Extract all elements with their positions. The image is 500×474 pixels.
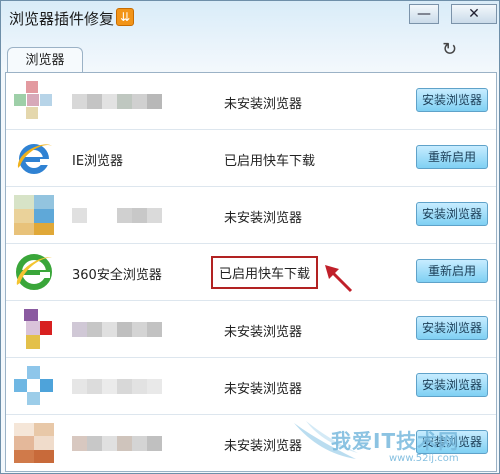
list-item: 360安全浏览器 已启用快车下载 重新启用: [6, 244, 496, 301]
blurred-browser-name: [72, 379, 162, 394]
list-item: IE浏览器 已启用快车下载 重新启用: [6, 130, 496, 187]
browser-list-panel: 未安装浏览器 安装浏览器 IE浏览器 已启用快车下载 重新启用 未安装浏览器 安…: [5, 72, 497, 472]
blurred-logo-icon: [14, 81, 52, 119]
red-arrow-annotation-icon: [325, 265, 353, 293]
ie-icon: [17, 144, 52, 174]
minimize-button[interactable]: —: [409, 4, 439, 24]
re-enable-button[interactable]: 重新启用: [416, 259, 488, 283]
browser-name: IE浏览器: [72, 154, 124, 169]
status-text: 未安装浏览器: [224, 97, 303, 112]
blurred-browser-name: [72, 94, 162, 109]
blurred-browser-name: [72, 208, 162, 223]
list-item: 未安装浏览器 安装浏览器: [6, 187, 496, 244]
re-enable-button[interactable]: 重新启用: [416, 145, 488, 169]
blurred-browser-name: [72, 436, 162, 451]
close-button[interactable]: ✕: [451, 4, 497, 24]
window-title: 浏览器插件修复: [9, 10, 115, 28]
install-browser-button[interactable]: 安装浏览器: [416, 373, 488, 397]
blurred-logo-icon: [14, 366, 53, 405]
plugin-repair-window: 浏览器插件修复 ⇊ — ✕ ↻ 浏览器 未安装浏览器 安装浏览器 IE浏览器 已…: [0, 0, 500, 474]
360-browser-icon: [16, 254, 52, 290]
status-text: 未安装浏览器: [224, 211, 303, 226]
install-browser-button[interactable]: 安装浏览器: [416, 316, 488, 340]
browser-name: 360安全浏览器: [72, 268, 162, 283]
blurred-logo-icon: [14, 309, 52, 349]
list-item: 未安装浏览器 安装浏览器: [6, 358, 496, 415]
refresh-icon[interactable]: ↻: [442, 39, 457, 60]
list-item: 未安装浏览器 安装浏览器: [6, 73, 496, 130]
title-bar: 浏览器插件修复 ⇊ — ✕: [1, 1, 499, 35]
download-arrow-icon: ⇊: [116, 8, 134, 26]
status-text: 未安装浏览器: [224, 325, 303, 340]
list-item: 未安装浏览器 安装浏览器: [6, 301, 496, 358]
status-text: 已启用快车下载: [224, 154, 316, 169]
install-browser-button[interactable]: 安装浏览器: [416, 202, 488, 226]
install-browser-button[interactable]: 安装浏览器: [416, 88, 488, 112]
watermark-text: 我爱IT技术网: [331, 429, 460, 453]
status-text: 未安装浏览器: [224, 382, 303, 397]
blurred-logo-icon: [14, 423, 54, 463]
status-text-highlighted: 已启用快车下载: [211, 256, 319, 289]
blurred-browser-name: [72, 322, 162, 337]
tab-browsers[interactable]: 浏览器: [7, 47, 83, 73]
blurred-logo-icon: [14, 195, 54, 235]
watermark-url: www.52ij.com: [389, 453, 459, 464]
